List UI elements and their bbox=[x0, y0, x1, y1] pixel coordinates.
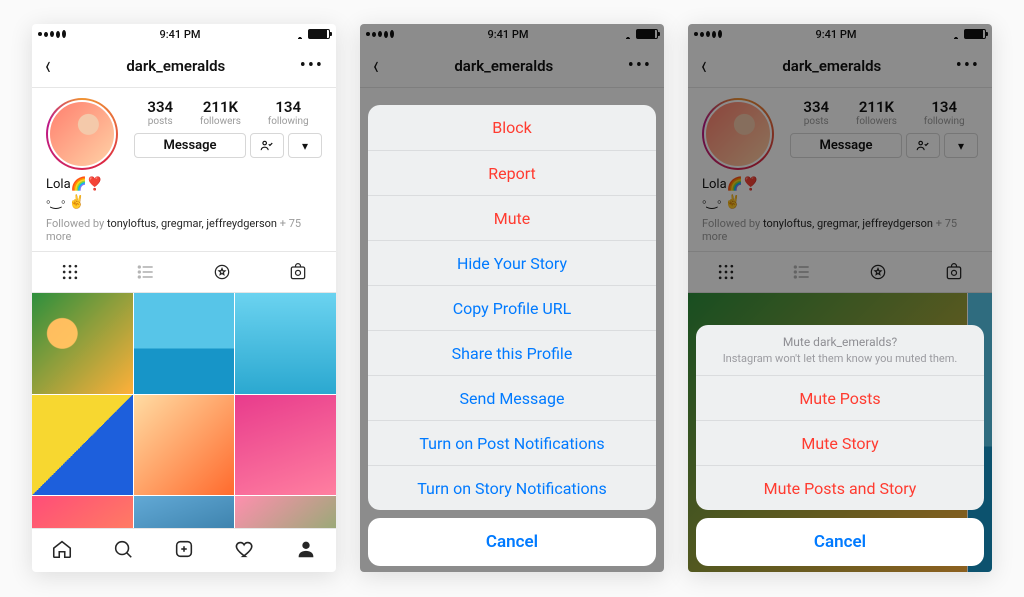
tab-list[interactable] bbox=[108, 252, 184, 292]
star-badge-icon bbox=[212, 262, 232, 282]
new-post-tab[interactable] bbox=[173, 538, 195, 564]
search-icon bbox=[112, 538, 134, 560]
action-copy-url[interactable]: Copy Profile URL bbox=[368, 285, 656, 330]
bio-line: ◦‿◦ ✌️ bbox=[46, 194, 322, 212]
action-block[interactable]: Block bbox=[368, 105, 656, 150]
display-name: Lola🌈❣️ bbox=[46, 176, 322, 194]
post-thumbnail[interactable] bbox=[134, 293, 235, 394]
mute-posts[interactable]: Mute Posts bbox=[696, 375, 984, 420]
chevron-down-icon: ▾ bbox=[302, 139, 308, 153]
header-username: dark_emeralds bbox=[126, 57, 225, 75]
mute-subtitle: Instagram won't let them know you muted … bbox=[712, 352, 968, 365]
home-tab[interactable] bbox=[51, 538, 73, 564]
post-thumbnail[interactable] bbox=[32, 395, 133, 496]
status-bar: 9:41 PM bbox=[32, 24, 336, 44]
home-icon bbox=[51, 538, 73, 560]
phone-profile: 9:41 PM ‹ dark_emeralds ••• 334posts 211… bbox=[32, 24, 336, 572]
wifi-icon bbox=[294, 29, 306, 39]
action-story-notifications[interactable]: Turn on Story Notifications bbox=[368, 465, 656, 510]
following-state-button[interactable] bbox=[250, 133, 284, 158]
activity-tab[interactable] bbox=[234, 538, 256, 564]
post-grid bbox=[32, 293, 336, 528]
action-sheet-options: Block Report Mute Hide Your Story Copy P… bbox=[368, 105, 656, 510]
followers-stat[interactable]: 211Kfollowers bbox=[200, 98, 241, 127]
bio: Lola🌈❣️ ◦‿◦ ✌️ bbox=[32, 176, 336, 217]
bottom-tab-bar bbox=[32, 528, 336, 572]
post-thumbnail[interactable] bbox=[235, 496, 336, 528]
person-icon bbox=[295, 538, 317, 560]
post-thumbnail[interactable] bbox=[134, 395, 235, 496]
followed-by[interactable]: Followed by tonyloftus, gregmar, jeffrey… bbox=[32, 217, 336, 251]
avatar-story-ring[interactable] bbox=[46, 98, 118, 170]
profile-summary: 334posts 211Kfollowers 134following Mess… bbox=[32, 88, 336, 176]
tagged-icon bbox=[288, 262, 308, 282]
action-sheet: Block Report Mute Hide Your Story Copy P… bbox=[368, 105, 656, 566]
battery-icon bbox=[308, 29, 330, 39]
back-icon[interactable]: ‹ bbox=[45, 53, 50, 79]
tab-saved[interactable] bbox=[184, 252, 260, 292]
post-thumbnail[interactable] bbox=[235, 395, 336, 496]
phone-action-sheet: 9:41 PM ‹ dark_emeralds ••• Block Report… bbox=[360, 24, 664, 572]
grid-icon bbox=[60, 262, 80, 282]
action-hide-story[interactable]: Hide Your Story bbox=[368, 240, 656, 285]
mute-cancel[interactable]: Cancel bbox=[696, 518, 984, 566]
mute-sheet: Mute dark_emeralds? Instagram won't let … bbox=[696, 325, 984, 566]
profile-tab[interactable] bbox=[295, 538, 317, 564]
post-thumbnail[interactable] bbox=[235, 293, 336, 394]
avatar bbox=[48, 100, 116, 168]
action-post-notifications[interactable]: Turn on Post Notifications bbox=[368, 420, 656, 465]
mute-question: Mute dark_emeralds? bbox=[712, 335, 968, 349]
action-send-message[interactable]: Send Message bbox=[368, 375, 656, 420]
posts-stat[interactable]: 334posts bbox=[147, 98, 173, 127]
list-icon bbox=[136, 262, 156, 282]
action-mute[interactable]: Mute bbox=[368, 195, 656, 240]
mute-sheet-options: Mute dark_emeralds? Instagram won't let … bbox=[696, 325, 984, 510]
suggestions-toggle-button[interactable]: ▾ bbox=[288, 133, 322, 158]
post-thumbnail[interactable] bbox=[32, 293, 133, 394]
following-stat[interactable]: 134following bbox=[268, 98, 309, 127]
message-button[interactable]: Message bbox=[134, 133, 246, 158]
mute-posts-and-story[interactable]: Mute Posts and Story bbox=[696, 465, 984, 510]
more-options-button[interactable]: ••• bbox=[300, 55, 324, 76]
action-report[interactable]: Report bbox=[368, 150, 656, 195]
action-share-profile[interactable]: Share this Profile bbox=[368, 330, 656, 375]
profile-tabs bbox=[32, 251, 336, 293]
search-tab[interactable] bbox=[112, 538, 134, 564]
mute-story[interactable]: Mute Story bbox=[696, 420, 984, 465]
phone-mute-sheet: 9:41 PM ‹ dark_emeralds ••• 334posts 211… bbox=[688, 24, 992, 572]
heart-icon bbox=[234, 538, 256, 560]
tab-grid[interactable] bbox=[32, 252, 108, 292]
action-cancel[interactable]: Cancel bbox=[368, 518, 656, 566]
mute-sheet-header: Mute dark_emeralds? Instagram won't let … bbox=[696, 325, 984, 375]
post-thumbnail[interactable] bbox=[32, 496, 133, 528]
profile-header: ‹ dark_emeralds ••• bbox=[32, 44, 336, 88]
status-time: 9:41 PM bbox=[159, 28, 200, 41]
tab-tagged[interactable] bbox=[260, 252, 336, 292]
plus-square-icon bbox=[173, 538, 195, 560]
post-thumbnail[interactable] bbox=[134, 496, 235, 528]
